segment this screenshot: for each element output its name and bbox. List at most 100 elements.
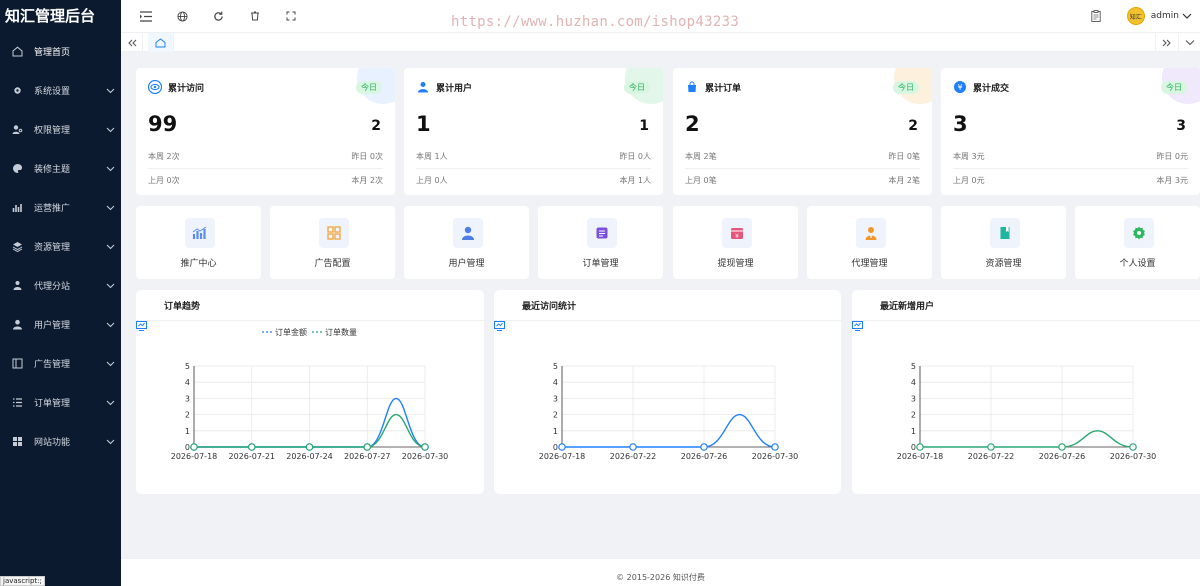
trash-icon[interactable]	[248, 9, 262, 23]
y-tick-label: 1	[185, 427, 190, 436]
data-point	[987, 443, 995, 451]
user-icon	[453, 218, 483, 248]
visit-stats-panel: 最近访问统计 0 1 2 3 4 5 2026-07-18 2026-07-22 2026-07…	[494, 290, 841, 494]
money-icon: ¥	[953, 80, 967, 94]
stat-row: 本周 3元 昨日 0元	[953, 151, 1188, 162]
quick-link-3[interactable]: 订单管理	[538, 206, 663, 279]
y-tick-label: 3	[185, 394, 190, 403]
sidebar-item-6[interactable]: 代理分站	[0, 266, 121, 305]
stat-week: 本周 2次	[148, 152, 180, 161]
bag-icon	[685, 80, 699, 94]
quick-link-label: 广告配置	[314, 259, 351, 269]
tab-home[interactable]	[148, 33, 174, 52]
chevron-down-icon	[106, 244, 116, 250]
sidebar: 知汇管理后台 管理首页 系统设置权限管理装修主题运营推广资源管理 代理分站 用户管理广…	[0, 0, 121, 586]
stat-row: 上月 0笔 本月 2笔	[685, 175, 920, 186]
globe-icon[interactable]	[175, 9, 189, 23]
sidebar-item-1[interactable]: 系统设置	[0, 71, 121, 110]
sidebar-item-4[interactable]: 运营推广	[0, 188, 121, 227]
quick-link-5[interactable]: 代理管理	[807, 206, 932, 279]
sidebar-item-9[interactable]: 订单管理	[0, 383, 121, 422]
book-icon	[990, 218, 1020, 248]
quick-link-6[interactable]: 资源管理	[941, 206, 1066, 279]
chevron-down-icon	[106, 400, 116, 406]
stat-yesterday: 昨日 0次	[351, 152, 383, 161]
chevron-down-icon	[106, 205, 116, 211]
quick-link-label: 用户管理	[448, 259, 485, 269]
sidebar-item-label: 运营推广	[34, 204, 71, 214]
tab-dropdown-icon[interactable]	[1178, 33, 1200, 52]
today-badge: 今日	[624, 81, 650, 94]
avatar[interactable]: 知汇	[1126, 7, 1145, 25]
y-tick-label: 1	[911, 427, 916, 436]
stat-total: 2	[685, 112, 700, 136]
gear-icon	[1124, 218, 1154, 248]
stat-last-month: 上月 0人	[416, 176, 448, 185]
sidebar-item-label: 权限管理	[34, 126, 71, 136]
stat-card-header: ¥ 累计成交	[953, 80, 1009, 94]
grid-icon	[11, 436, 23, 448]
data-point	[1129, 443, 1137, 451]
legend-label: 订单数量	[325, 327, 357, 337]
gear-icon	[11, 85, 23, 97]
stat-card-header: 累计访问	[148, 80, 204, 94]
stat-title: 累计成交	[973, 83, 1010, 94]
tab-scroll-left-icon[interactable]	[121, 33, 143, 52]
y-tick-label: 3	[553, 394, 558, 403]
palette-icon	[11, 163, 23, 175]
data-point	[1058, 443, 1066, 451]
chevron-down-icon	[106, 127, 116, 133]
user-icon	[416, 80, 430, 94]
y-tick-label: 4	[553, 378, 558, 387]
y-tick-label: 5	[553, 362, 558, 371]
chevron-down-icon[interactable]	[1182, 12, 1192, 20]
sidebar-item-label: 广告管理	[34, 360, 71, 370]
sidebar-item-2[interactable]: 权限管理	[0, 110, 121, 149]
panel-header: 最近访问统计	[494, 290, 841, 331]
x-tick-label: 2026-07-18	[539, 452, 586, 461]
quick-link-0[interactable]: 推广中心	[136, 206, 261, 279]
quick-link-label: 代理管理	[851, 259, 888, 269]
footer: © 2015-2026 知识付费	[121, 558, 1200, 586]
svg-text:¥: ¥	[735, 233, 739, 240]
sidebar-item-8[interactable]: 广告管理	[0, 344, 121, 383]
stat-yesterday: 昨日 0元	[1156, 152, 1188, 161]
today-badge: 今日	[1161, 81, 1187, 94]
refresh-icon[interactable]	[211, 9, 225, 23]
sidebar-item-3[interactable]: 装修主题	[0, 149, 121, 188]
stat-title: 累计用户	[436, 83, 473, 94]
today-badge: 今日	[893, 81, 919, 94]
quick-link-label: 个人设置	[1119, 259, 1156, 269]
admin-name[interactable]: admin	[1151, 11, 1179, 21]
quick-link-2[interactable]: 用户管理	[404, 206, 529, 279]
stat-last-month: 上月 0元	[953, 176, 985, 185]
stat-today: 3	[1176, 118, 1186, 134]
fullscreen-icon[interactable]	[284, 9, 298, 23]
quick-link-4[interactable]: ¥ 提现管理	[673, 206, 798, 279]
sidebar-item-7[interactable]: 用户管理	[0, 305, 121, 344]
divider	[685, 168, 920, 169]
stat-row: 本周 2次 昨日 0次	[148, 151, 383, 162]
divider	[148, 168, 383, 169]
menu-toggle-icon[interactable]	[139, 9, 153, 23]
sidebar-item-10[interactable]: 网站功能	[0, 422, 121, 461]
visit-stats-chart: 0 1 2 3 4 5 2026-07-18 2026-07-22 2026-07-26 2026…	[539, 362, 799, 461]
sidebar-item-5[interactable]: 资源管理	[0, 227, 121, 266]
data-point	[771, 443, 779, 451]
home-icon	[11, 46, 23, 58]
stat-today: 2	[908, 118, 918, 134]
sidebar-item-0[interactable]: 管理首页	[0, 32, 121, 71]
y-tick-label: 0	[185, 443, 190, 452]
panel-header: 最近新增用户	[852, 290, 1200, 331]
quick-link-7[interactable]: 个人设置	[1075, 206, 1200, 279]
tab-scroll-right-icon[interactable]	[1155, 33, 1177, 52]
panel-header: 订单趋势	[136, 290, 484, 331]
quick-link-1[interactable]: 广告配置	[270, 206, 395, 279]
data-point	[190, 443, 198, 451]
data-point	[700, 443, 708, 451]
app-logo-title[interactable]: 知汇管理后台	[0, 0, 121, 32]
x-tick-label: 2026-07-30	[402, 452, 449, 461]
stat-card: ¥ 累计成交 今日 3 3 本周 3元 昨日 0元 上月 0元 本月 3元	[941, 68, 1200, 195]
y-tick-label: 0	[553, 443, 558, 452]
clipboard-icon[interactable]	[1091, 10, 1101, 22]
